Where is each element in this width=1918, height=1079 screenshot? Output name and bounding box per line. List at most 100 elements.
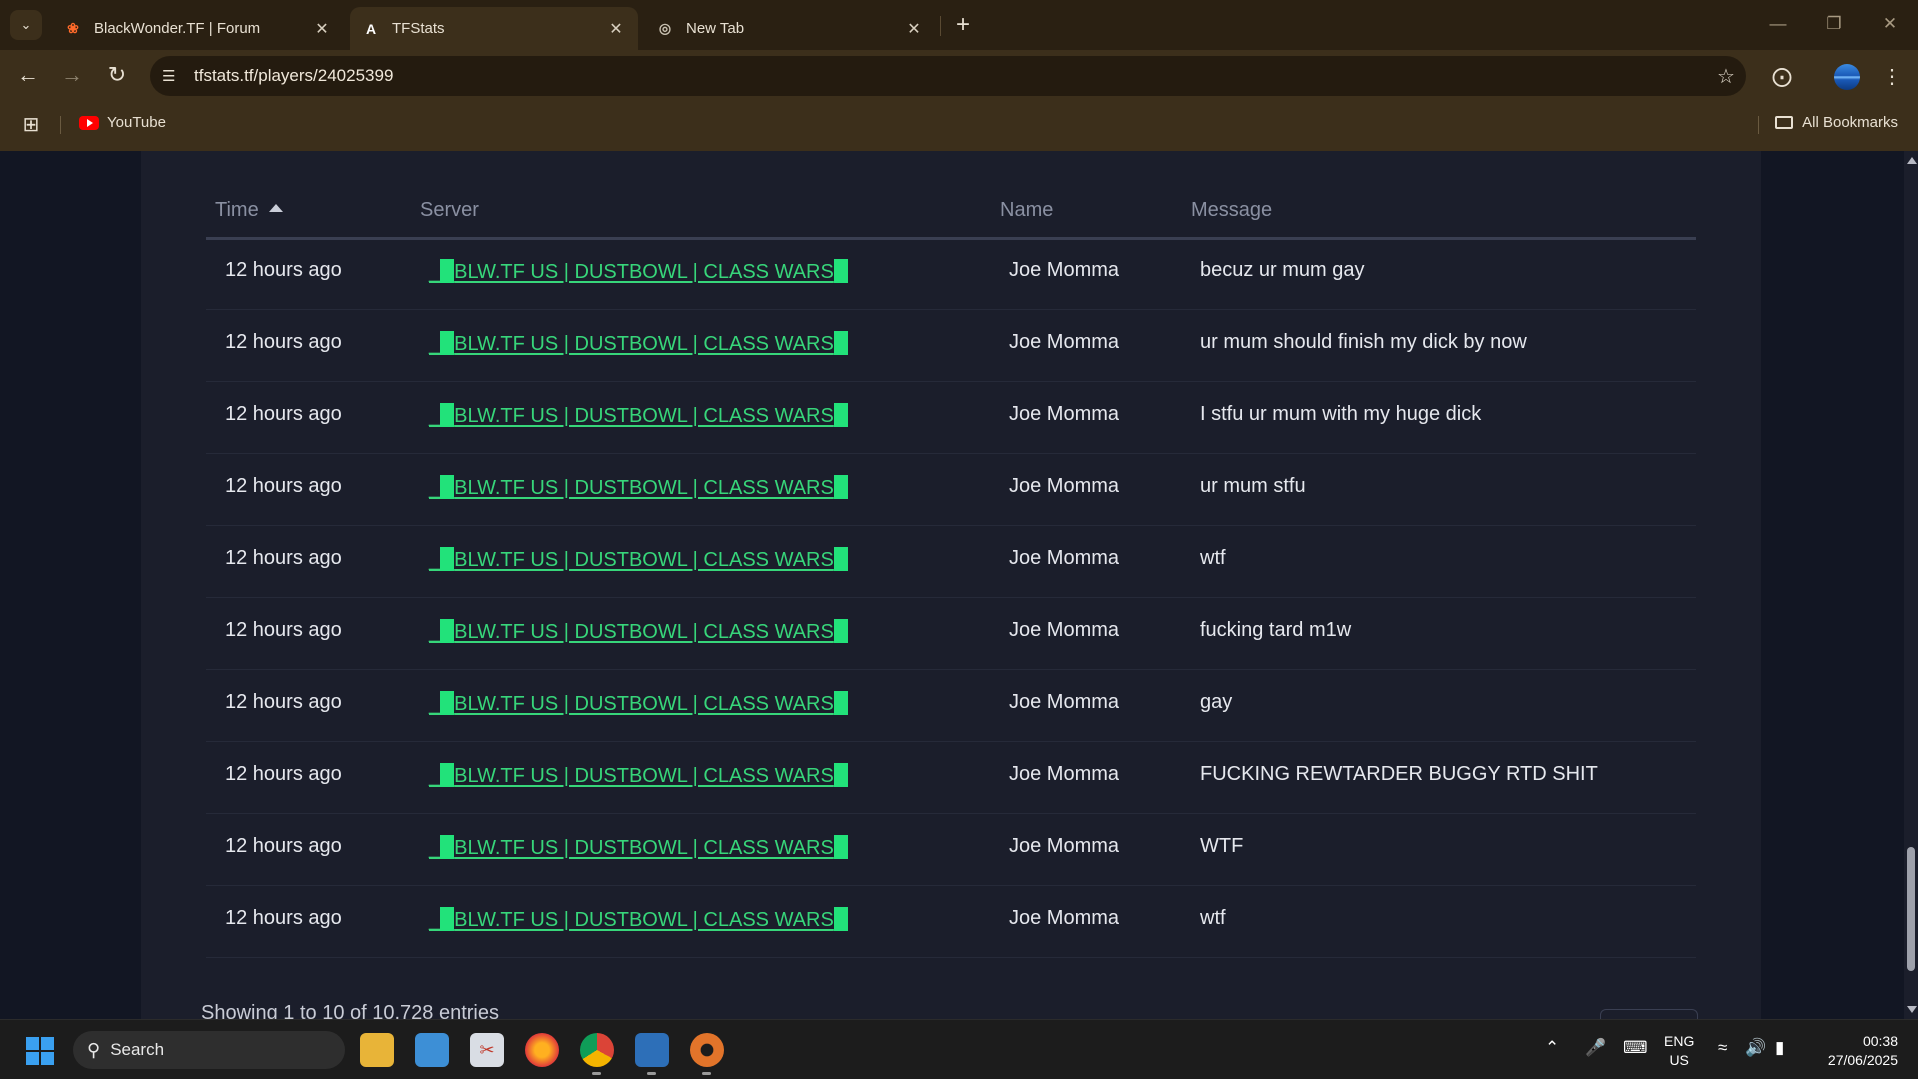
column-header-message[interactable]: Message: [1191, 199, 1272, 222]
profile-avatar[interactable]: [1834, 64, 1860, 90]
minimize-button[interactable]: —: [1758, 10, 1798, 38]
reload-button[interactable]: ↻: [100, 58, 134, 92]
scrollbar-thumb[interactable]: [1907, 847, 1915, 971]
taskbar: ⚲ Search ✂ ⌃ 🎤 ⌨ ENG US ≈ 🔊 ▮ 00:38 27/0…: [0, 1019, 1918, 1079]
firefox-icon[interactable]: [525, 1033, 559, 1067]
new-tab-button[interactable]: +: [948, 10, 978, 40]
tf2-icon[interactable]: [690, 1033, 724, 1075]
arrow-left-icon: ←: [17, 62, 39, 87]
all-bookmarks-label: All Bookmarks: [1802, 114, 1898, 131]
cell-time: 12 hours ago: [225, 259, 342, 281]
pagination-button[interactable]: [1600, 1009, 1698, 1019]
search-label: Search: [110, 1040, 165, 1059]
cell-message: fucking tard m1w: [1200, 619, 1352, 641]
flag-block-right: [833, 259, 848, 283]
minimize-icon: —: [1769, 14, 1787, 33]
cell-message: WTF: [1200, 835, 1244, 857]
cell-player-name: Joe Momma: [1009, 619, 1120, 641]
server-link[interactable]: _ BLW.TF US | DUSTBOWL | CLASS WARS: [429, 259, 848, 284]
file-explorer-icon[interactable]: [360, 1033, 394, 1067]
flag-block-right: [833, 691, 848, 715]
bookmark-label: YouTube: [107, 114, 166, 131]
close-window-button[interactable]: ✕: [1870, 10, 1910, 38]
all-bookmarks-button[interactable]: All Bookmarks: [1775, 114, 1898, 131]
table-row: 12 hours ago _ BLW.TF US | DUSTBOWL | CLAS…: [206, 526, 1696, 598]
column-header-server[interactable]: Server: [420, 199, 479, 222]
youtube-icon: [79, 115, 99, 130]
server-link[interactable]: _ BLW.TF US | DUSTBOWL | CLASS WARS: [429, 403, 848, 428]
server-link[interactable]: _ BLW.TF US | DUSTBOWL | CLASS WARS: [429, 331, 848, 356]
restore-button[interactable]: ❐: [1814, 10, 1854, 38]
tab-new-tab[interactable]: ◎ New Tab ✕: [644, 7, 936, 50]
bookmark-star-icon[interactable]: ☆: [1706, 64, 1746, 89]
remote-icon[interactable]: [635, 1033, 669, 1075]
tab-tfstats[interactable]: A TFStats ✕: [350, 7, 638, 50]
page-content: Time Server Name Message 12 hours ago _ BL…: [0, 151, 1904, 1019]
scroll-down-icon[interactable]: [1907, 1006, 1917, 1013]
close-icon[interactable]: ✕: [606, 19, 626, 39]
cell-message: FUCKING REWTARDER BUGGY RTD SHIT: [1200, 763, 1598, 785]
taskbar-search[interactable]: ⚲ Search: [73, 1031, 345, 1069]
close-icon[interactable]: ✕: [312, 19, 332, 39]
back-button[interactable]: ←: [11, 58, 45, 92]
arrow-right-icon: →: [61, 62, 83, 87]
url-text[interactable]: tfstats.tf/players/24025399: [194, 66, 1706, 86]
server-link[interactable]: _ BLW.TF US | DUSTBOWL | CLASS WARS: [429, 763, 848, 788]
bookmark-separator: [1758, 116, 1759, 134]
server-link[interactable]: _ BLW.TF US | DUSTBOWL | CLASS WARS: [429, 547, 848, 572]
apps-grid-icon[interactable]: ⊞: [20, 113, 42, 136]
flag-block-right: [833, 547, 848, 571]
control-panel-icon[interactable]: [415, 1033, 449, 1067]
server-link[interactable]: _ BLW.TF US | DUSTBOWL | CLASS WARS: [429, 835, 848, 860]
chrome-icon[interactable]: [580, 1033, 614, 1075]
server-link[interactable]: _ BLW.TF US | DUSTBOWL | CLASS WARS: [429, 691, 848, 716]
scroll-up-icon[interactable]: [1907, 157, 1917, 164]
column-header-name[interactable]: Name: [1000, 199, 1053, 222]
close-icon: ✕: [1882, 14, 1898, 33]
language-indicator[interactable]: ENG US: [1664, 1032, 1694, 1070]
forward-button[interactable]: →: [55, 58, 89, 92]
server-link[interactable]: _ BLW.TF US | DUSTBOWL | CLASS WARS: [429, 475, 848, 500]
address-bar[interactable]: ☰ tfstats.tf/players/24025399 ☆: [150, 56, 1746, 96]
volume-icon[interactable]: 🔊: [1745, 1038, 1766, 1058]
extensions-icon[interactable]: ⨀: [1766, 60, 1798, 92]
site-info-icon[interactable]: ☰: [162, 67, 182, 85]
windows-start-icon[interactable]: [26, 1037, 54, 1065]
server-name: BLW.TF US | DUSTBOWL | CLASS WARS: [454, 693, 834, 715]
menu-icon[interactable]: ⋮: [1876, 60, 1908, 92]
tab-search-button[interactable]: ⌄: [10, 10, 42, 40]
microphone-icon[interactable]: 🎤: [1585, 1038, 1606, 1058]
flag-bar-left: _: [429, 909, 441, 931]
flag-block-right: [833, 763, 848, 787]
chrome-icon: ◎: [658, 20, 672, 36]
cell-time: 12 hours ago: [225, 547, 342, 569]
flag-block-right: [833, 475, 848, 499]
tab-title: New Tab: [686, 20, 745, 37]
server-link[interactable]: _ BLW.TF US | DUSTBOWL | CLASS WARS: [429, 619, 848, 644]
server-link[interactable]: _ BLW.TF US | DUSTBOWL | CLASS WARS: [429, 907, 848, 932]
restore-icon: ❐: [1826, 14, 1842, 33]
flag-bar-left: _: [429, 621, 441, 643]
battery-icon[interactable]: ▮: [1775, 1038, 1784, 1058]
flag-block-left: [440, 403, 455, 427]
wifi-icon[interactable]: ≈: [1718, 1038, 1727, 1058]
keyboard-icon[interactable]: ⌨: [1623, 1038, 1648, 1058]
flag-block-right: [833, 907, 848, 931]
cell-player-name: Joe Momma: [1009, 763, 1120, 785]
tab-title: BlackWonder.TF | Forum: [94, 20, 261, 37]
cell-time: 12 hours ago: [225, 763, 342, 785]
bookmark-youtube[interactable]: YouTube: [79, 114, 166, 131]
snipping-tool-icon[interactable]: ✂: [470, 1033, 504, 1067]
tab-blackwonder[interactable]: ❀ BlackWonder.TF | Forum ✕: [52, 7, 344, 50]
flag-block-right: [833, 331, 848, 355]
header-label: Time: [215, 199, 259, 221]
flag-bar-left: _: [429, 765, 441, 787]
cell-player-name: Joe Momma: [1009, 547, 1120, 569]
table-row: 12 hours ago _ BLW.TF US | DUSTBOWL | CLAS…: [206, 310, 1696, 382]
page-scrollbar[interactable]: [1904, 151, 1918, 1019]
cell-message: becuz ur mum gay: [1200, 259, 1365, 281]
show-hidden-icons-icon[interactable]: ⌃: [1545, 1038, 1559, 1058]
close-icon[interactable]: ✕: [904, 19, 924, 39]
column-header-time[interactable]: Time: [215, 199, 283, 222]
clock[interactable]: 00:38 27/06/2025: [1818, 1032, 1898, 1070]
